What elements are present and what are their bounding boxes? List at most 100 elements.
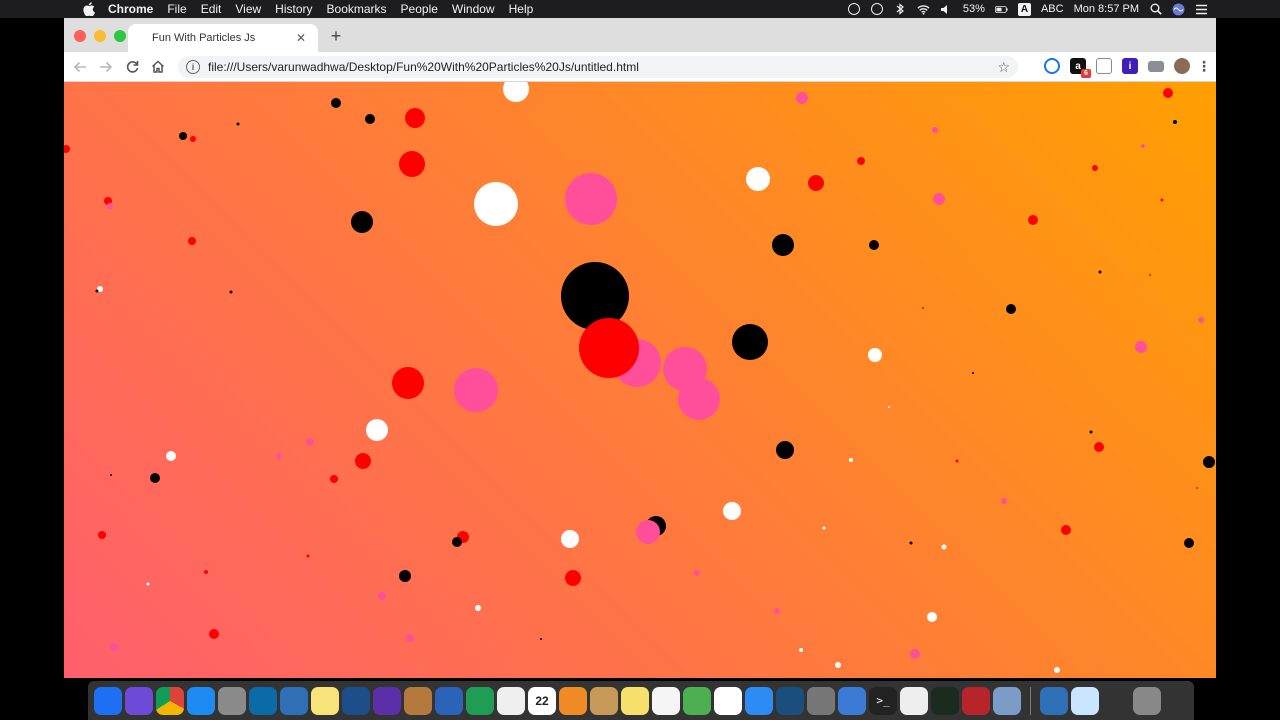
menu-people[interactable]: People <box>401 2 438 16</box>
launchpad-icon[interactable] <box>218 686 246 715</box>
particle <box>579 318 639 378</box>
xcode-helper-icon[interactable] <box>1071 686 1099 715</box>
battery-icon[interactable] <box>994 3 1008 16</box>
extension-amazon-icon[interactable]: a6 <box>1070 58 1091 78</box>
particles-canvas[interactable] <box>64 82 1216 678</box>
textedit-icon[interactable] <box>497 686 525 715</box>
site-info-icon[interactable]: i <box>186 60 200 74</box>
menu-bookmarks[interactable]: Bookmarks <box>327 2 387 16</box>
home-icon[interactable] <box>148 57 168 77</box>
activity-monitor-icon[interactable] <box>931 686 959 715</box>
close-window-button[interactable] <box>74 30 86 42</box>
menu-help[interactable]: Help <box>509 2 534 16</box>
particle <box>190 136 196 142</box>
menu-view[interactable]: View <box>235 2 261 16</box>
menu-app-name[interactable]: Chrome <box>108 2 153 16</box>
zoom-window-button[interactable] <box>114 30 126 42</box>
forward-icon[interactable] <box>96 57 116 77</box>
app-store-icon[interactable] <box>745 686 773 715</box>
maps-icon[interactable] <box>683 686 711 715</box>
menu-file[interactable]: File <box>167 2 186 16</box>
input-source-icon[interactable]: A <box>1017 2 1031 16</box>
amazon-music-icon[interactable] <box>776 686 804 715</box>
particle <box>1149 274 1151 276</box>
pages-icon[interactable] <box>652 686 680 715</box>
scripts-icon[interactable] <box>900 686 928 715</box>
stickies-icon[interactable] <box>311 686 339 715</box>
terminal-icon[interactable]: >_ <box>869 686 897 715</box>
volume-icon[interactable] <box>940 3 953 16</box>
notification-center-icon[interactable] <box>1195 3 1208 16</box>
tab-active[interactable]: Fun With Particles Js ✕ <box>128 24 318 52</box>
printer-icon[interactable] <box>1102 686 1130 715</box>
particle <box>694 570 700 576</box>
preview-icon[interactable] <box>590 686 618 715</box>
system-preferences-icon[interactable] <box>807 686 835 715</box>
particle <box>799 648 803 652</box>
dictionary-icon[interactable] <box>962 686 990 715</box>
virtualbox-icon[interactable] <box>280 686 308 715</box>
imovie-icon[interactable] <box>373 686 401 715</box>
extension-cast-icon[interactable] <box>1148 60 1164 72</box>
particle <box>1092 165 1098 171</box>
mysql-workbench-icon[interactable] <box>249 686 277 715</box>
preview-app-icon[interactable] <box>838 686 866 715</box>
extension-shield-icon[interactable] <box>1096 58 1112 74</box>
notes-icon[interactable] <box>621 686 649 715</box>
address-bar[interactable]: i file:///Users/varunwadhwa/Desktop/Fun%… <box>178 56 1018 78</box>
particle <box>1094 442 1104 452</box>
chrome-menu-icon[interactable]: ⋮ <box>1197 58 1211 74</box>
back-icon[interactable] <box>70 57 90 77</box>
particle <box>229 290 233 294</box>
extension-info-icon[interactable]: i <box>1122 58 1138 74</box>
extension-globe-icon[interactable] <box>1044 58 1060 74</box>
finder-icon[interactable] <box>94 686 122 715</box>
siri-menu-icon[interactable] <box>1172 3 1185 16</box>
particle <box>406 634 414 642</box>
particle <box>454 368 498 412</box>
trash-icon[interactable] <box>1133 686 1161 715</box>
particle <box>306 438 314 446</box>
new-tab-button[interactable]: + <box>328 27 344 45</box>
siri-icon[interactable] <box>125 686 153 715</box>
battery-percent: 53% <box>962 3 985 15</box>
particle <box>822 526 826 530</box>
creative-cloud-icon[interactable] <box>848 3 861 16</box>
menu-window[interactable]: Window <box>452 2 495 16</box>
particle <box>1163 88 1173 98</box>
photo-viewer-icon[interactable] <box>993 686 1021 715</box>
particle <box>774 608 780 614</box>
particle <box>150 473 160 483</box>
menu-clock[interactable]: Mon 8:57 PM <box>1074 3 1139 15</box>
numbers-icon[interactable] <box>466 686 494 715</box>
particle <box>107 203 113 209</box>
safari-icon[interactable] <box>187 686 215 715</box>
particle <box>808 175 824 191</box>
accessibility-icon[interactable] <box>871 3 884 16</box>
chrome-icon[interactable] <box>156 686 184 715</box>
bookmark-star-icon[interactable]: ☆ <box>997 59 1010 76</box>
sublime-text-icon[interactable] <box>559 686 587 715</box>
particle <box>565 570 581 586</box>
particle <box>922 307 924 309</box>
menu-history[interactable]: History <box>275 2 312 16</box>
virtualbox-2-icon[interactable] <box>1040 686 1068 715</box>
menu-edit[interactable]: Edit <box>201 2 222 16</box>
apple-menu-icon[interactable] <box>82 2 96 16</box>
reload-icon[interactable] <box>122 57 142 77</box>
minimize-window-button[interactable] <box>94 30 106 42</box>
profile-avatar[interactable] <box>1174 58 1190 74</box>
particle <box>1203 456 1215 468</box>
wifi-icon[interactable] <box>917 3 930 16</box>
calendar-icon[interactable]: 22 <box>528 686 556 715</box>
spotlight-search-icon[interactable] <box>1149 3 1162 16</box>
photos-icon[interactable] <box>714 686 742 715</box>
address-url[interactable]: file:///Users/varunwadhwa/Desktop/Fun%20… <box>208 60 997 74</box>
quicktime-icon[interactable] <box>342 686 370 715</box>
close-tab-icon[interactable]: ✕ <box>294 31 308 45</box>
notebook-icon[interactable] <box>404 686 432 715</box>
keynote-icon[interactable] <box>435 686 463 715</box>
particle <box>565 173 617 225</box>
particles-page[interactable] <box>64 82 1216 678</box>
bluetooth-icon[interactable] <box>894 3 907 16</box>
